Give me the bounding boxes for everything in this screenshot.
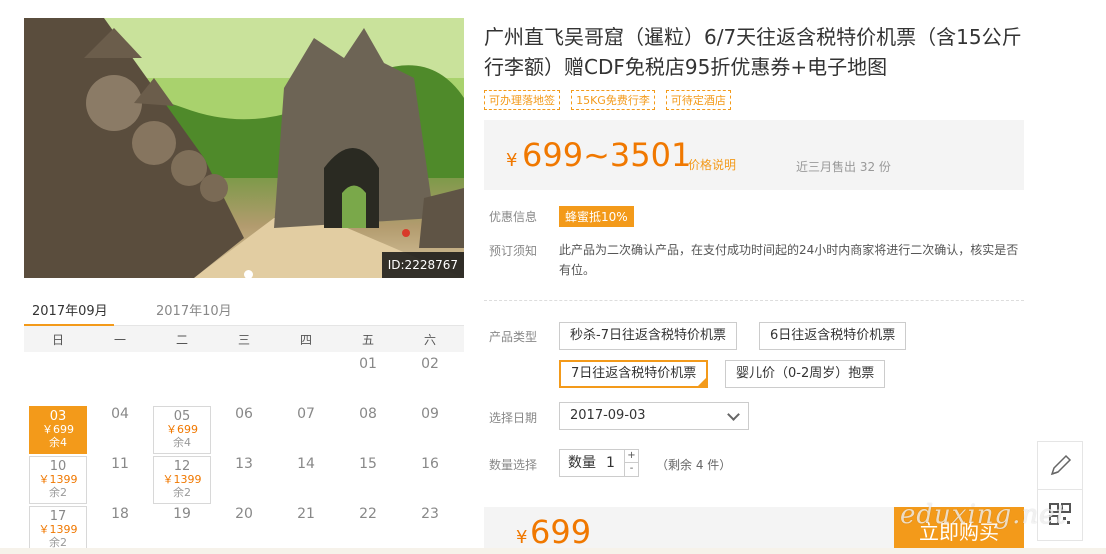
qty-label: 数量选择 [489,458,538,472]
type-label: 产品类型 [489,330,538,344]
weekday-tue: 二 [175,333,188,347]
option-label: 7日往返含税特价机票 [571,366,697,381]
tab-2017-09[interactable]: 2017年09月 [32,300,108,319]
total-price: 699 [530,513,592,551]
option-7day-selected[interactable]: 7日往返含税特价机票 [559,360,709,388]
qty-prefix: 数量 [568,455,596,471]
calendar-day: 21 [297,506,315,522]
calendar-day: 07 [297,406,315,422]
calendar-day: 16 [421,456,439,472]
promo-label: 优惠信息 [489,210,538,224]
calendar-day: 06 [235,406,253,422]
weekday-sat: 六 [423,333,436,347]
calendar-day: 19 [173,506,191,522]
departure-calendar: 2017年09月 2017年10月 日 一 二 三 四 五 六 01 02 03… [24,296,464,550]
date-label: 选择日期 [489,411,538,425]
calendar-day: 01 [359,356,377,372]
angkor-gate-illustration [24,18,464,278]
product-image[interactable]: ID:2228767 [24,18,464,278]
weekday-wed: 三 [237,333,250,347]
calendar-day-available[interactable]: 10 ￥1399 余2 [29,456,87,504]
pencil-icon [1050,454,1072,476]
price-range: 699~3501 [522,136,692,174]
calendar-day: 22 [359,506,377,522]
option-infant[interactable]: 婴儿价（0-2周岁）抱票 [725,360,886,388]
calendar-day: 02 [421,356,439,372]
chevron-down-icon [727,408,740,421]
calendar-day-selected[interactable]: 03 ￥699 余4 [29,406,87,454]
quantity-stepper: 数量 1 + - [559,449,639,477]
qty-increase-button[interactable]: + [624,450,638,463]
page-bottom-strip [0,548,1106,554]
calendar-day: 08 [359,406,377,422]
option-6day[interactable]: 6日往返含税特价机票 [759,322,907,350]
qty-decrease-button[interactable]: - [624,463,638,476]
weekday-sun: 日 [51,333,64,347]
tag-visa-on-arrival: 可办理落地签 [484,90,560,110]
section-divider [484,300,1024,301]
sales-count: 近三月售出 32 份 [796,160,891,174]
calendar-day: 09 [421,406,439,422]
price-currency: ¥ [506,150,518,171]
tab-2017-10[interactable]: 2017年10月 [156,300,232,319]
feature-tags: 可办理落地签 15KG免费行李 可待定酒店 [484,89,737,110]
notice-label: 预订须知 [489,244,538,258]
calendar-day: 18 [111,506,129,522]
weekday-header: 日 一 二 三 四 五 六 [24,326,464,352]
weekday-thu: 四 [299,333,312,347]
booking-notice: 此产品为二次确认产品，在支付成功时间起的24小时内商家将进行二次确认，核实是否有… [559,243,1019,277]
calendar-day: 04 [111,406,129,422]
calendar-day-available[interactable]: 17 ￥1399 余2 [29,506,87,550]
calendar-day: 23 [421,506,439,522]
calendar-day: 13 [235,456,253,472]
calendar-day: 20 [235,506,253,522]
total-currency: ¥ [516,527,528,548]
price-panel: ¥ 699~3501 价格说明 近三月售出 32 份 [484,120,1024,190]
option-flash-7day[interactable]: 秒杀-7日往返含税特价机票 [559,322,737,350]
calendar-day-available[interactable]: 12 ￥1399 余2 [153,456,211,504]
tag-hotel-booking: 可待定酒店 [665,90,731,110]
price-explain-link[interactable]: 价格说明 [688,156,736,173]
weekday-mon: 一 [113,333,126,347]
promo-badge: 蜂蜜抵10% [559,206,634,227]
stock-remaining: （剩余 4 件） [656,458,732,472]
selected-check-corner [697,377,708,387]
tag-free-luggage: 15KG免费行李 [571,90,655,110]
watermark: eduxing.net [900,500,1067,530]
image-id-tag: ID:2228767 [381,252,464,278]
calendar-day-available[interactable]: 05 ￥699 余4 [153,406,211,454]
month-tabs: 2017年09月 2017年10月 [24,296,464,327]
product-title: 广州直飞吴哥窟（暹粒）6/7天往返含税特价机票（含15公斤行李额）赠CDF免税店… [484,25,1022,79]
feedback-button[interactable] [1038,442,1082,490]
quantity-input[interactable]: 1 [606,450,615,476]
date-select[interactable]: 2017-09-03 [559,402,749,430]
calendar-day: 11 [111,456,129,472]
carousel-dot[interactable] [244,270,253,278]
calendar-day: 15 [359,456,377,472]
date-select-value: 2017-09-03 [570,408,646,423]
weekday-fri: 五 [361,333,374,347]
calendar-day: 14 [297,456,315,472]
